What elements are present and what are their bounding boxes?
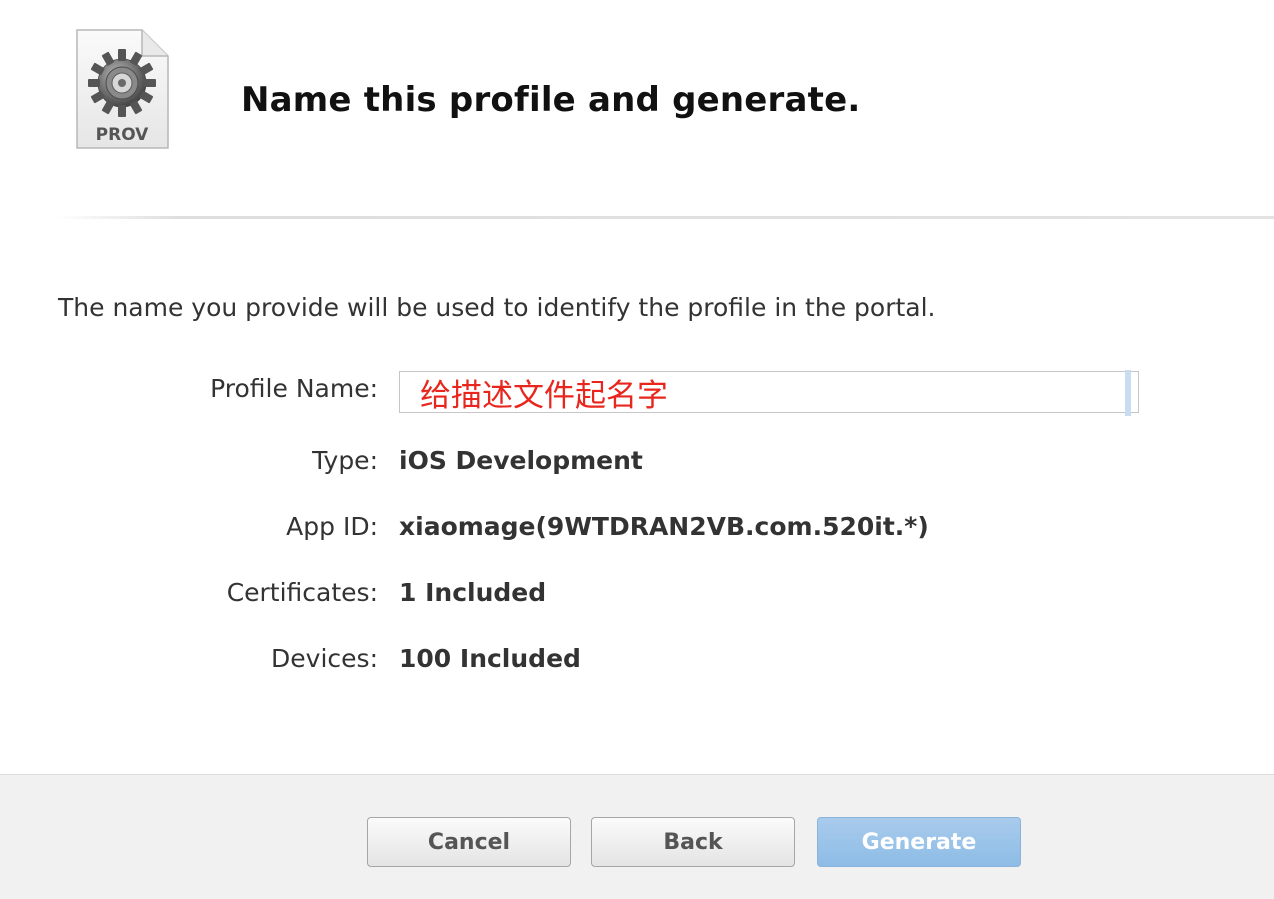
app-id-label: App ID: [286,512,378,541]
page-header: PROV Name this profile and generate. [0,0,1274,219]
certificates-label: Certificates: [226,578,378,607]
cancel-button[interactable]: Cancel [367,817,571,867]
prov-badge: PROV [96,125,150,145]
profile-name-label: Profile Name: [210,374,378,403]
type-value: iOS Development [399,446,643,475]
header-divider [55,216,1274,219]
button-bar: Cancel Back Generate [0,774,1274,899]
generate-button[interactable]: Generate [817,817,1021,867]
certificates-row: Certificates: 1 Included [0,572,1274,618]
input-focus-indicator [1125,370,1131,416]
app-id-row: App ID: xiaomage(9WTDRAN2VB.com.520it.*) [0,506,1274,552]
certificates-value: 1 Included [399,578,547,607]
back-button[interactable]: Back [591,817,795,867]
type-row: Type: iOS Development [0,440,1274,486]
provisioning-profile-icon: PROV [76,29,169,149]
type-label: Type: [312,446,378,475]
page-title: Name this profile and generate. [241,80,861,120]
app-id-value: xiaomage(9WTDRAN2VB.com.520it.*) [399,512,929,541]
devices-label: Devices: [271,644,378,673]
devices-row: Devices: 100 Included [0,638,1274,684]
profile-name-input[interactable] [399,371,1139,413]
intro-text: The name you provide will be used to ide… [58,293,936,322]
devices-value: 100 Included [399,644,581,673]
